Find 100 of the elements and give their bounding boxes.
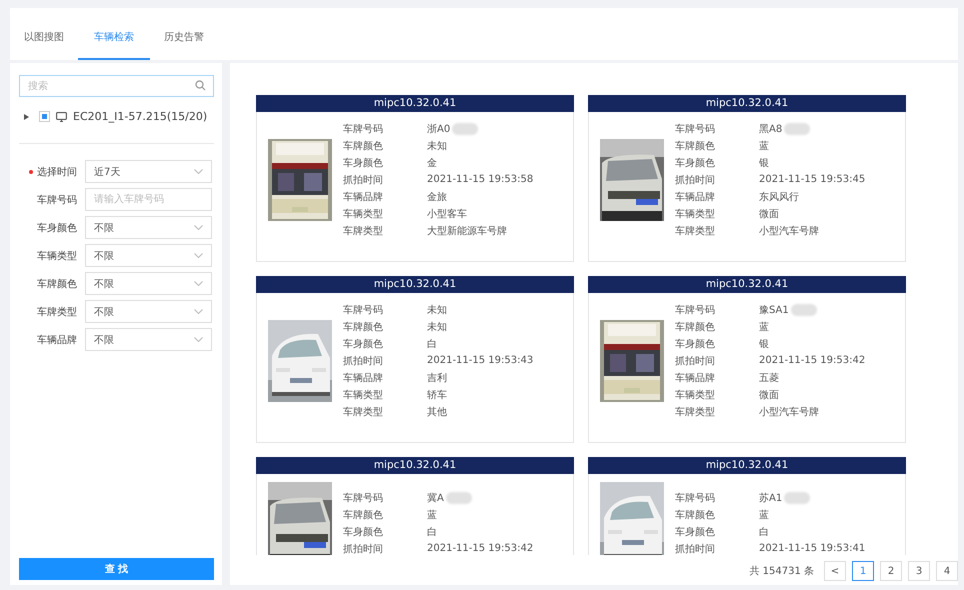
- field-label: 车牌颜色: [37, 278, 77, 290]
- field-label: 车牌颜色: [343, 140, 384, 152]
- field-label: 车辆类型: [343, 208, 384, 220]
- chevron-down-icon: [194, 309, 203, 314]
- dropdown[interactable]: 不限: [85, 300, 212, 323]
- field-label: 抓拍时间: [343, 354, 384, 368]
- field-label: 车辆品牌: [675, 190, 716, 204]
- field-value: 小型汽车号牌: [759, 224, 819, 238]
- field-label: 车牌类型: [37, 306, 77, 318]
- field-value: 金: [427, 156, 437, 170]
- card-title: mipc10.32.0.41: [256, 457, 574, 474]
- field-label: 车牌号码: [343, 492, 384, 504]
- field-value: 未知: [427, 320, 447, 334]
- dropdown[interactable]: 不限: [85, 328, 212, 351]
- field-value: 豫SA1: [759, 304, 789, 316]
- field-label: 车身颜色: [675, 156, 716, 170]
- field-value: 蓝: [759, 140, 769, 152]
- field-label: 车身颜色: [343, 338, 384, 350]
- field-label: 车身颜色: [675, 526, 716, 538]
- field-label: 车牌颜色: [675, 140, 716, 152]
- tab[interactable]: 以图搜图: [14, 30, 74, 60]
- field-value: 2021-11-15 19:53:45: [759, 174, 866, 185]
- field-label: 车辆品牌: [343, 372, 384, 384]
- field-value: 苏A1: [759, 492, 782, 504]
- field-label: 车身颜色: [675, 338, 716, 350]
- chevron-down-icon: [194, 253, 203, 258]
- expand-caret-icon[interactable]: [24, 114, 29, 120]
- input-field[interactable]: 请输入车牌号码: [85, 188, 212, 211]
- card-title: mipc10.32.0.41: [588, 95, 906, 112]
- field-value: 微面: [759, 208, 779, 220]
- field-label: 抓拍时间: [343, 174, 384, 186]
- vehicle-card[interactable]: mipc10.32.0.41 车牌号码 冀A 车牌颜色 蓝 车身颜色 白 抓拍时间 2021-11-15 19:53:42: [256, 457, 574, 555]
- device-label[interactable]: EC201_I1-57.215(15/20): [73, 110, 208, 123]
- card-title: mipc10.32.0.41: [588, 457, 906, 474]
- field-label: 抓拍时间: [675, 354, 716, 368]
- dropdown[interactable]: 不限: [85, 272, 212, 295]
- page-button[interactable]: 4: [936, 561, 958, 581]
- field-value: 其他: [427, 406, 447, 418]
- card-title: mipc10.32.0.41: [256, 95, 574, 112]
- dropdown[interactable]: 不限: [85, 216, 212, 239]
- field-label: 车辆类型: [37, 250, 77, 262]
- field-value: 银: [759, 156, 769, 170]
- vehicle-card[interactable]: mipc10.32.0.41 车牌号码 未知 车牌颜色 未知 车身颜色 白 抓拍时间 2021-11-15 19:53:43 车辆品牌 吉利 车辆类型 轿车 车牌类型 其他: [256, 276, 574, 443]
- field-label: 车牌类型: [675, 224, 716, 238]
- field-label: 抓拍时间: [675, 174, 716, 186]
- field-value: 白: [759, 526, 769, 538]
- field-label: 车辆类型: [343, 388, 384, 402]
- vehicle-card[interactable]: mipc10.32.0.41 车牌号码 苏A1 车牌颜色 蓝 车身颜色 白 抓拍时间 2021-11-15 19:53:41: [588, 457, 906, 555]
- field-value: 五菱: [759, 372, 779, 384]
- checkbox[interactable]: [39, 111, 50, 122]
- card-title: mipc10.32.0.41: [588, 276, 906, 293]
- field-value: 东风风行: [759, 190, 799, 204]
- field-label: 车辆类型: [675, 388, 716, 402]
- tab[interactable]: 历史告警: [154, 30, 214, 60]
- chevron-down-icon: [194, 281, 203, 286]
- field-label: 抓拍时间: [675, 542, 716, 555]
- field-label: 抓拍时间: [343, 542, 384, 555]
- field-label: 车牌号码: [675, 492, 716, 504]
- search-icon: [195, 80, 206, 91]
- field-label: 车牌号码: [675, 304, 716, 316]
- field-value: 未知: [427, 140, 447, 152]
- field-value: 小型客车: [427, 208, 467, 220]
- field-label: 车牌颜色: [675, 508, 716, 522]
- field-value: 蓝: [759, 508, 769, 522]
- field-label: 车辆品牌: [37, 334, 77, 346]
- field-value: 白: [427, 338, 437, 350]
- field-value: 2021-11-15 19:53:41: [759, 543, 866, 554]
- field-value: 金旅: [427, 190, 447, 204]
- vehicle-card[interactable]: mipc10.32.0.41 车牌号码 豫SA1 车牌颜色 蓝 车身颜色 银 抓拍时间 2021-11-15 19:53:42 车辆品牌 五菱 车辆类型 微面 车牌类型 小型汽车号牌: [588, 276, 906, 443]
- field-label: 车辆品牌: [675, 372, 716, 384]
- page-button[interactable]: 3: [908, 561, 930, 581]
- field-value: 2021-11-15 19:53:58: [427, 174, 534, 185]
- field-label: 车身颜色: [343, 526, 384, 538]
- field-label: 车牌号码: [343, 304, 384, 316]
- card-title: mipc10.32.0.41: [256, 276, 574, 293]
- vehicle-card[interactable]: mipc10.32.0.41 车牌号码 黑A8 车牌颜色 蓝 车身颜色 银 抓拍时间 2021-11-15 19:53:45 车辆品牌 东风风行 车辆类型 微面 车牌类型 小型汽车号牌: [588, 95, 906, 262]
- field-label: 车身颜色: [343, 156, 384, 170]
- field-value: 浙A0: [427, 122, 450, 136]
- vehicle-card[interactable]: mipc10.32.0.41 车牌号码 浙A0 车牌颜色 未知 车身颜色 金 抓拍时间 2021-11-15 19:53:58 车辆品牌 金旅 车辆类型 小型客车 车牌类型 大型新能源车号牌: [256, 95, 574, 262]
- field-value: 白: [427, 526, 437, 538]
- page-button[interactable]: 2: [880, 561, 902, 581]
- dropdown[interactable]: 不限: [85, 244, 212, 267]
- field-value: 轿车: [427, 388, 447, 402]
- field-label: 车牌号码: [37, 194, 77, 206]
- field-label: 车牌类型: [343, 406, 384, 418]
- field-label: 车身颜色: [37, 222, 77, 234]
- field-label: 车牌颜色: [343, 508, 384, 522]
- previous-page-button[interactable]: <: [824, 561, 846, 581]
- field-label: 车牌号码: [343, 122, 384, 136]
- field-value: 黑A8: [759, 122, 782, 136]
- search-field[interactable]: 搜索: [19, 75, 214, 97]
- field-value: 2021-11-15 19:53:42: [427, 543, 534, 554]
- field-label: 车辆类型: [675, 208, 716, 220]
- monitor-icon: [56, 112, 67, 122]
- dropdown[interactable]: 近7天: [85, 160, 212, 183]
- field-label: 车牌颜色: [675, 320, 716, 334]
- field-label: 车牌号码: [675, 122, 716, 136]
- field-value: 微面: [759, 388, 779, 402]
- field-label: 选择时间: [29, 164, 77, 178]
- field-label: 车牌类型: [343, 224, 384, 238]
